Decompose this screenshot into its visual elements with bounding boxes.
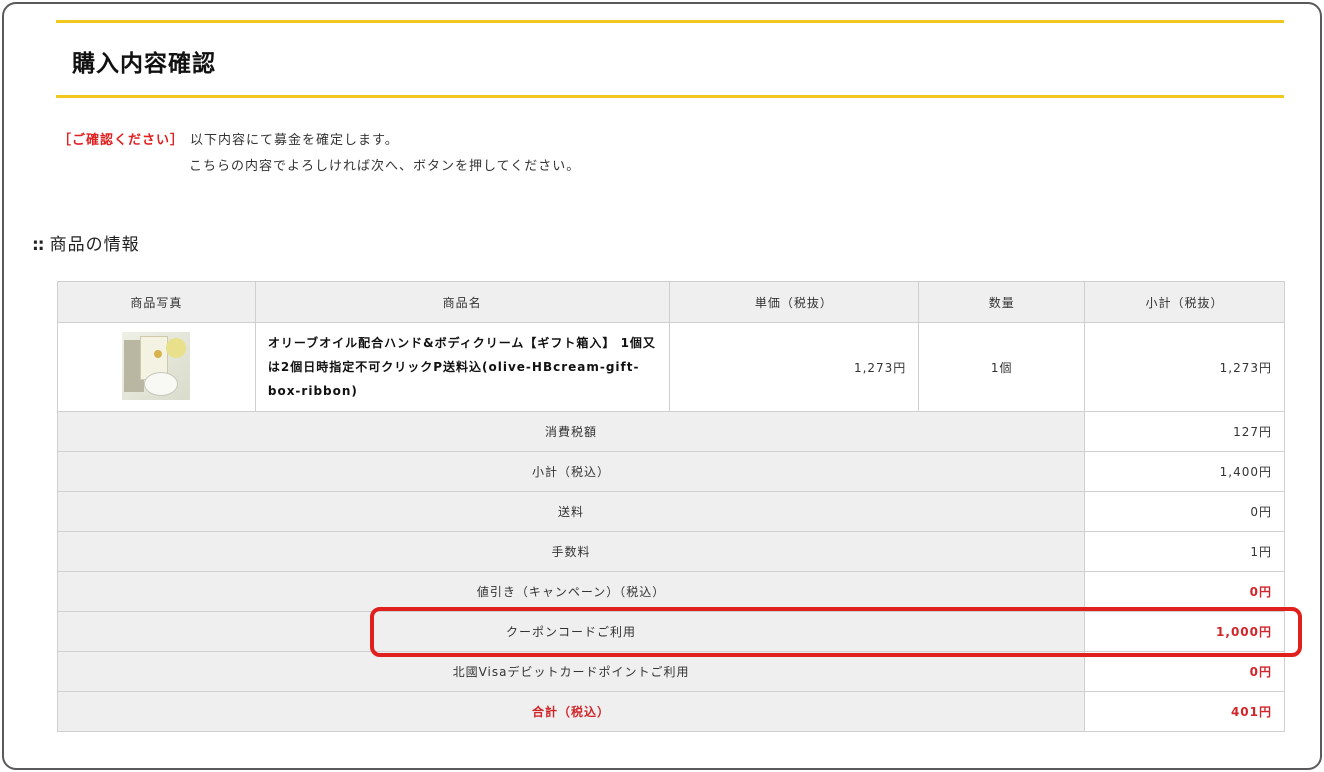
summary-value: 0円 [1084, 651, 1285, 692]
summary-label: 値引き（キャンペーン）（税込） [56, 571, 1086, 612]
header-photo: 商品写真 [57, 281, 256, 323]
header-unit-price: 単価（税抜） [668, 281, 920, 323]
summary-label: 合計（税込） [56, 691, 1086, 732]
summary-value: 0円 [1084, 571, 1285, 612]
item-subtotal: 1,273円 [1084, 322, 1285, 412]
confirm-note: ［ご確認ください］ 以下内容にて募金を確定します。 こちらの内容でよろしければ次へ… [58, 128, 579, 174]
product-thumbnail [122, 331, 191, 400]
summary-label: 送料 [56, 491, 1086, 532]
section-bullet-icon: :: [32, 235, 45, 255]
summary-value: 1円 [1084, 531, 1285, 572]
section-title: :: 商品の情報 [32, 230, 140, 255]
table-header-row: 商品写真 商品名 単価（税抜） 数量 小計（税抜） [57, 281, 1285, 323]
section-title-text: 商品の情報 [49, 235, 140, 255]
page-title: 購入内容確認 [72, 51, 216, 77]
order-table: 商品写真 商品名 単価（税抜） 数量 小計（税抜） オリーブオイル配合ハンド&ボ… [56, 281, 1285, 732]
summary-value: 1,400円 [1084, 451, 1285, 492]
summary-row-fee: 手数料 1円 [56, 531, 1285, 572]
summary-row-debit-points: 北國Visaデビットカードポイントご利用 0円 [56, 651, 1285, 692]
summary-value: 401円 [1084, 691, 1285, 732]
summary-value: 1,000円 [1084, 611, 1285, 652]
header-subtotal: 小計（税抜） [1084, 281, 1285, 323]
confirm-tag: ［ご確認ください］ [58, 133, 185, 148]
confirm-line-1: 以下内容にて募金を確定します。 [190, 133, 399, 148]
title-bar: 購入内容確認 [56, 20, 1284, 98]
summary-row-tax: 消費税額 127円 [56, 411, 1285, 452]
summary-label: 北國Visaデビットカードポイントご利用 [56, 651, 1086, 692]
summary-value: 127円 [1084, 411, 1285, 452]
table-row-item: オリーブオイル配合ハンド&ボディクリーム【ギフト箱入】 1個又は2個日時指定不可… [57, 322, 1285, 412]
header-product-name: 商品名 [254, 281, 670, 323]
summary-label: 小計（税込） [56, 451, 1086, 492]
summary-value: 0円 [1084, 491, 1285, 532]
unit-price: 1,273円 [668, 322, 920, 412]
confirm-line-2: こちらの内容でよろしければ次へ、ボタンを押してください。 [189, 159, 581, 174]
summary-row-shipping: 送料 0円 [56, 491, 1285, 532]
summary-label: クーポンコードご利用 [56, 611, 1086, 652]
header-quantity: 数量 [918, 281, 1086, 323]
summary-row-campaign-discount: 値引き（キャンペーン）（税込） 0円 [56, 571, 1285, 612]
summary-row-subtotal-incl-tax: 小計（税込） 1,400円 [56, 451, 1285, 492]
product-photo-cell [57, 322, 256, 412]
product-name: オリーブオイル配合ハンド&ボディクリーム【ギフト箱入】 1個又は2個日時指定不可… [254, 322, 670, 412]
summary-row-coupon: クーポンコードご利用 1,000円 [56, 611, 1285, 652]
summary-label: 手数料 [56, 531, 1086, 572]
summary-row-total: 合計（税込） 401円 [56, 691, 1285, 732]
summary-label: 消費税額 [56, 411, 1086, 452]
quantity: 1個 [918, 322, 1086, 412]
